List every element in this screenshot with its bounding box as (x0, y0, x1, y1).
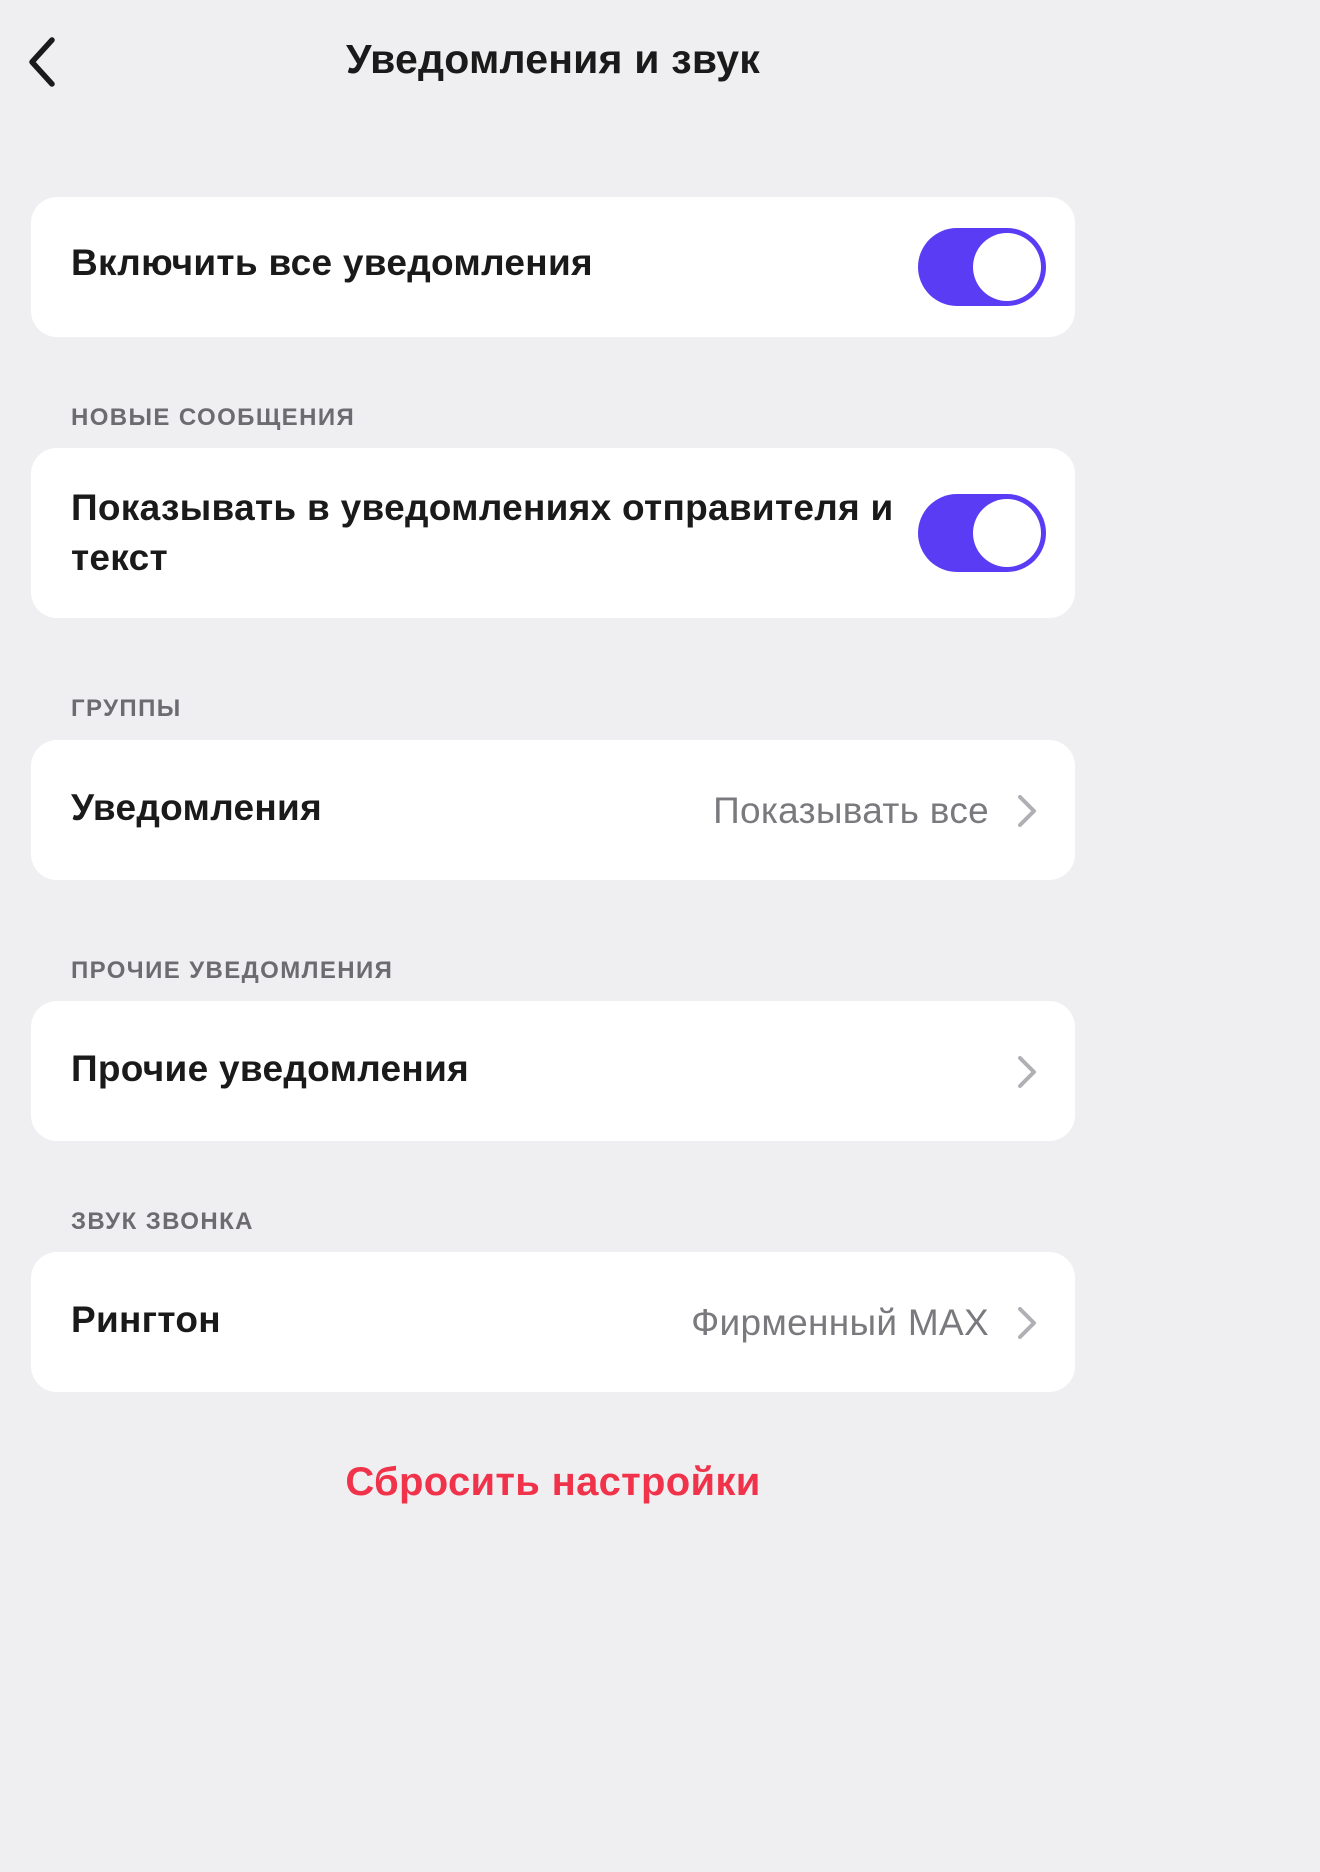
enable-all-label: Включить все уведомления (71, 242, 593, 283)
toggle-knob (973, 499, 1041, 567)
ringtone-card[interactable]: Рингтон Фирменный MAX (31, 1252, 1075, 1392)
groups-card[interactable]: Уведомления Показывать все (31, 740, 1075, 880)
groups-notifications-value: Показывать все (713, 790, 989, 831)
section-header-other: ПРОЧИЕ УВЕДОМЛЕНИЯ (71, 957, 394, 984)
new-messages-card: Показывать в уведомлениях отправителя и … (31, 448, 1075, 618)
section-header-new-messages: НОВЫЕ СООБЩЕНИЯ (71, 404, 356, 431)
toggle-knob (973, 233, 1041, 301)
chevron-right-icon (1018, 795, 1036, 827)
enable-all-toggle[interactable] (918, 228, 1046, 306)
chevron-right-icon (1018, 1056, 1036, 1088)
other-notifications-label: Прочие уведомления (71, 1048, 470, 1089)
ringtone-label: Рингтон (71, 1299, 221, 1340)
show-sender-text-label: Показывать в уведомлениях отправителя и … (71, 487, 894, 578)
other-notifications-card[interactable]: Прочие уведомления (31, 1001, 1075, 1141)
section-header-groups: ГРУППЫ (71, 695, 182, 722)
chevron-right-icon (1018, 1307, 1036, 1339)
enable-all-card: Включить все уведомления (31, 197, 1075, 337)
page-title: Уведомления и звук (346, 36, 760, 82)
section-header-ringtone: ЗВУК ЗВОНКА (71, 1208, 254, 1235)
groups-notifications-label: Уведомления (71, 787, 322, 828)
nav-bar: Уведомления и звук (0, 0, 1106, 124)
show-sender-text-toggle[interactable] (918, 494, 1046, 572)
reset-settings-button[interactable]: Сбросить настройки (0, 1460, 1106, 1505)
ringtone-value: Фирменный MAX (691, 1302, 989, 1343)
